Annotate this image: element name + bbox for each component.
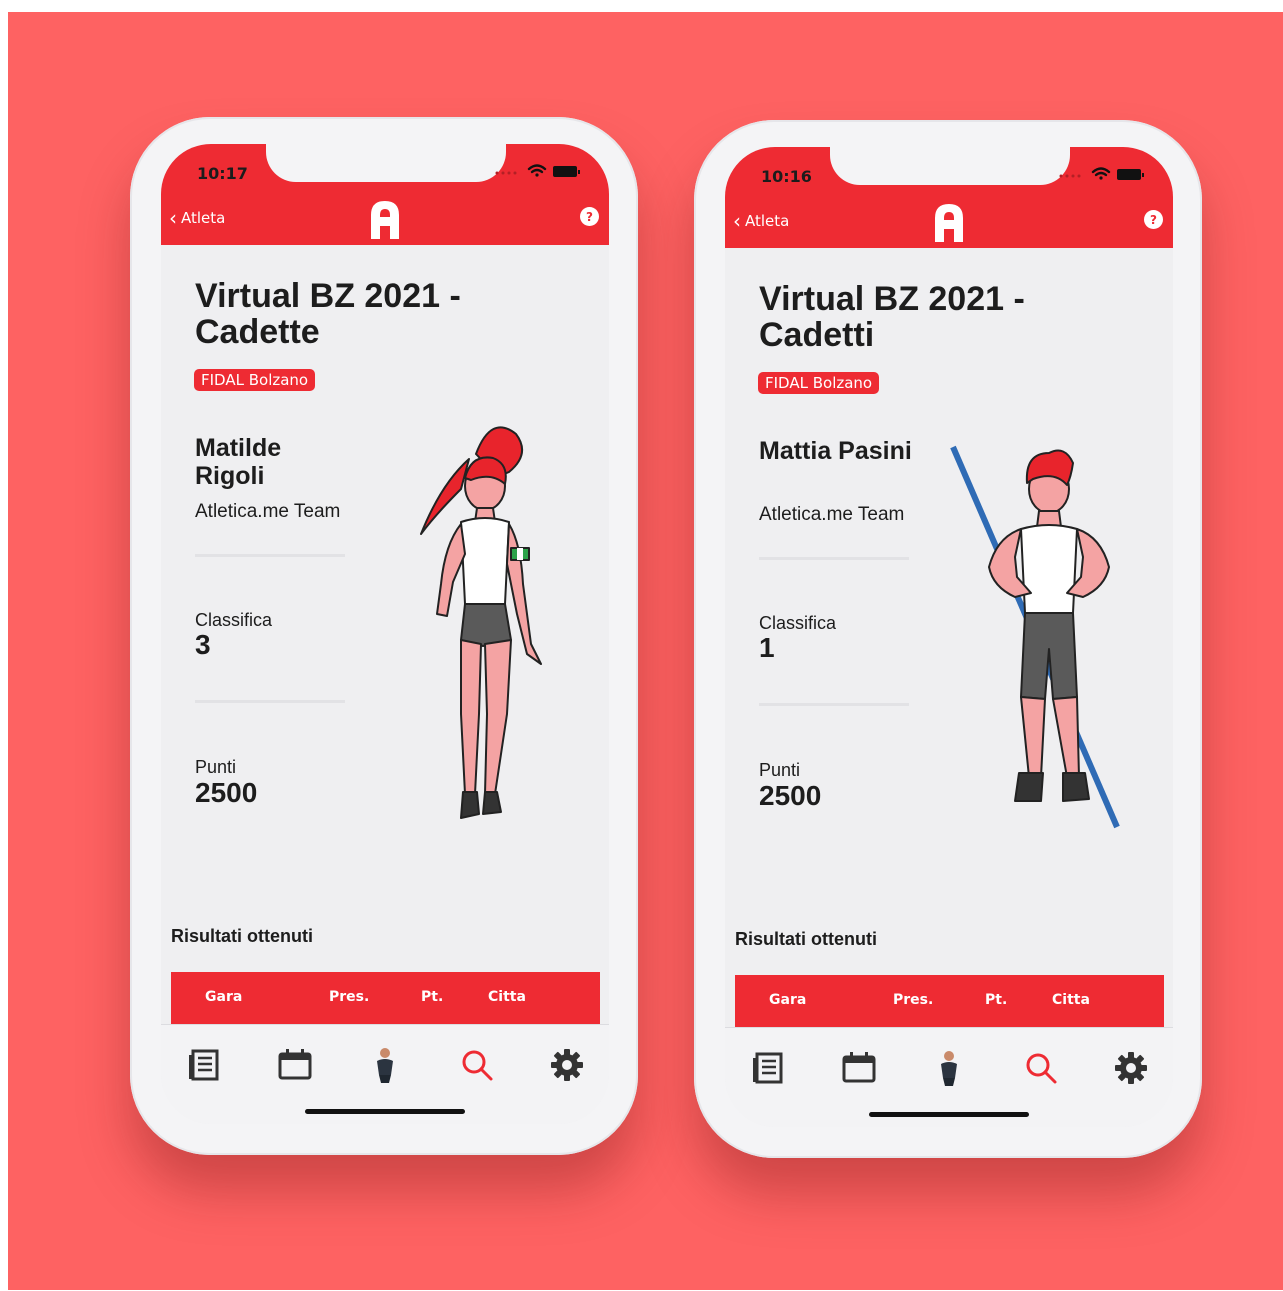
calendar-icon[interactable]	[839, 1048, 879, 1088]
app-screen: 10:16 ‹ Atleta ? Virtual BZ 2021 - Cadet…	[725, 147, 1173, 1127]
divider	[195, 700, 345, 703]
battery-icon	[1117, 169, 1144, 180]
tab-bar	[725, 1027, 1173, 1127]
athlete-team: Atletica.me Team	[759, 504, 905, 525]
status-time: 10:16	[761, 167, 812, 186]
status-icons	[1059, 167, 1144, 180]
column-header-gara[interactable]: Gara	[769, 992, 806, 1008]
classifica-value: 1	[759, 632, 775, 663]
phone-mockup-left: 10:17 ‹ Atleta ? Virtual BZ 2021 - Cadet…	[130, 117, 638, 1155]
column-header-pres[interactable]: Pres.	[893, 992, 933, 1008]
divider	[759, 703, 909, 706]
athlete-avatar-icon[interactable]	[929, 1048, 969, 1088]
back-button[interactable]: ‹ Atleta	[169, 208, 225, 228]
classifica-label: Classifica	[195, 610, 273, 630]
column-header-pt[interactable]: Pt.	[421, 989, 443, 1005]
punti-value: 2500	[759, 780, 822, 811]
punti-label: Punti	[195, 757, 237, 777]
app-screen: 10:17 ‹ Atleta ? Virtual BZ 2021 - Cadet…	[161, 144, 609, 1124]
athlete-team: Atletica.me Team	[195, 501, 341, 522]
news-icon[interactable]	[185, 1045, 225, 1085]
federation-badge: FIDAL Bolzano	[194, 369, 316, 391]
app-logo-icon	[371, 201, 399, 239]
results-table-header: Gara Pres. Pt. Citta	[171, 972, 600, 1024]
classifica-value: 3	[195, 629, 211, 660]
home-indicator	[869, 1112, 1029, 1117]
search-icon[interactable]	[457, 1045, 497, 1085]
help-button[interactable]: ?	[1144, 210, 1163, 229]
search-icon[interactable]	[1021, 1048, 1061, 1088]
column-header-citta[interactable]: Citta	[488, 989, 526, 1005]
phone-mockup-right: 10:16 ‹ Atleta ? Virtual BZ 2021 - Cadet…	[694, 120, 1202, 1158]
punti-label: Punti	[759, 760, 801, 780]
results-title: Risultati ottenuti	[171, 926, 313, 946]
device-notch	[266, 144, 506, 182]
chevron-left-icon: ‹	[169, 206, 177, 230]
results-title: Risultati ottenuti	[735, 929, 877, 949]
help-button[interactable]: ?	[580, 207, 599, 226]
chevron-left-icon: ‹	[733, 209, 741, 233]
column-header-pres[interactable]: Pres.	[329, 989, 369, 1005]
battery-icon	[553, 166, 580, 177]
signal-icon	[1059, 174, 1081, 178]
column-header-citta[interactable]: Citta	[1052, 992, 1090, 1008]
athlete-avatar-icon[interactable]	[365, 1045, 405, 1085]
back-label: Atleta	[181, 209, 226, 227]
status-icons	[495, 164, 580, 177]
athlete-name: Mattia Pasini	[759, 437, 912, 465]
wifi-icon	[527, 164, 547, 177]
app-logo-icon	[935, 204, 963, 242]
male-javelin-athlete-illustration-icon	[950, 445, 1120, 829]
results-table-header: Gara Pres. Pt. Citta	[735, 975, 1164, 1027]
divider	[759, 557, 909, 560]
calendar-icon[interactable]	[275, 1045, 315, 1085]
female-athlete-illustration-icon	[420, 426, 542, 819]
settings-gear-icon[interactable]	[1111, 1048, 1151, 1088]
settings-gear-icon[interactable]	[547, 1045, 587, 1085]
back-label: Atleta	[745, 212, 790, 230]
divider	[195, 554, 345, 557]
app-header: 10:16 ‹ Atleta ?	[725, 147, 1173, 248]
app-header: 10:17 ‹ Atleta ?	[161, 144, 609, 245]
device-notch	[830, 147, 1070, 185]
home-indicator	[305, 1109, 465, 1114]
event-title: Virtual BZ 2021 - Cadette	[195, 277, 461, 351]
column-header-gara[interactable]: Gara	[205, 989, 242, 1005]
column-header-pt[interactable]: Pt.	[985, 992, 1007, 1008]
signal-icon	[495, 171, 517, 175]
wifi-icon	[1091, 167, 1111, 180]
athlete-name: Matilde Rigoli	[195, 434, 282, 490]
back-button[interactable]: ‹ Atleta	[733, 211, 789, 231]
tab-bar	[161, 1024, 609, 1124]
federation-badge: FIDAL Bolzano	[758, 372, 880, 394]
punti-value: 2500	[195, 777, 258, 808]
classifica-label: Classifica	[759, 613, 837, 633]
status-time: 10:17	[197, 164, 248, 183]
event-title: Virtual BZ 2021 - Cadetti	[759, 280, 1025, 354]
news-icon[interactable]	[749, 1048, 789, 1088]
